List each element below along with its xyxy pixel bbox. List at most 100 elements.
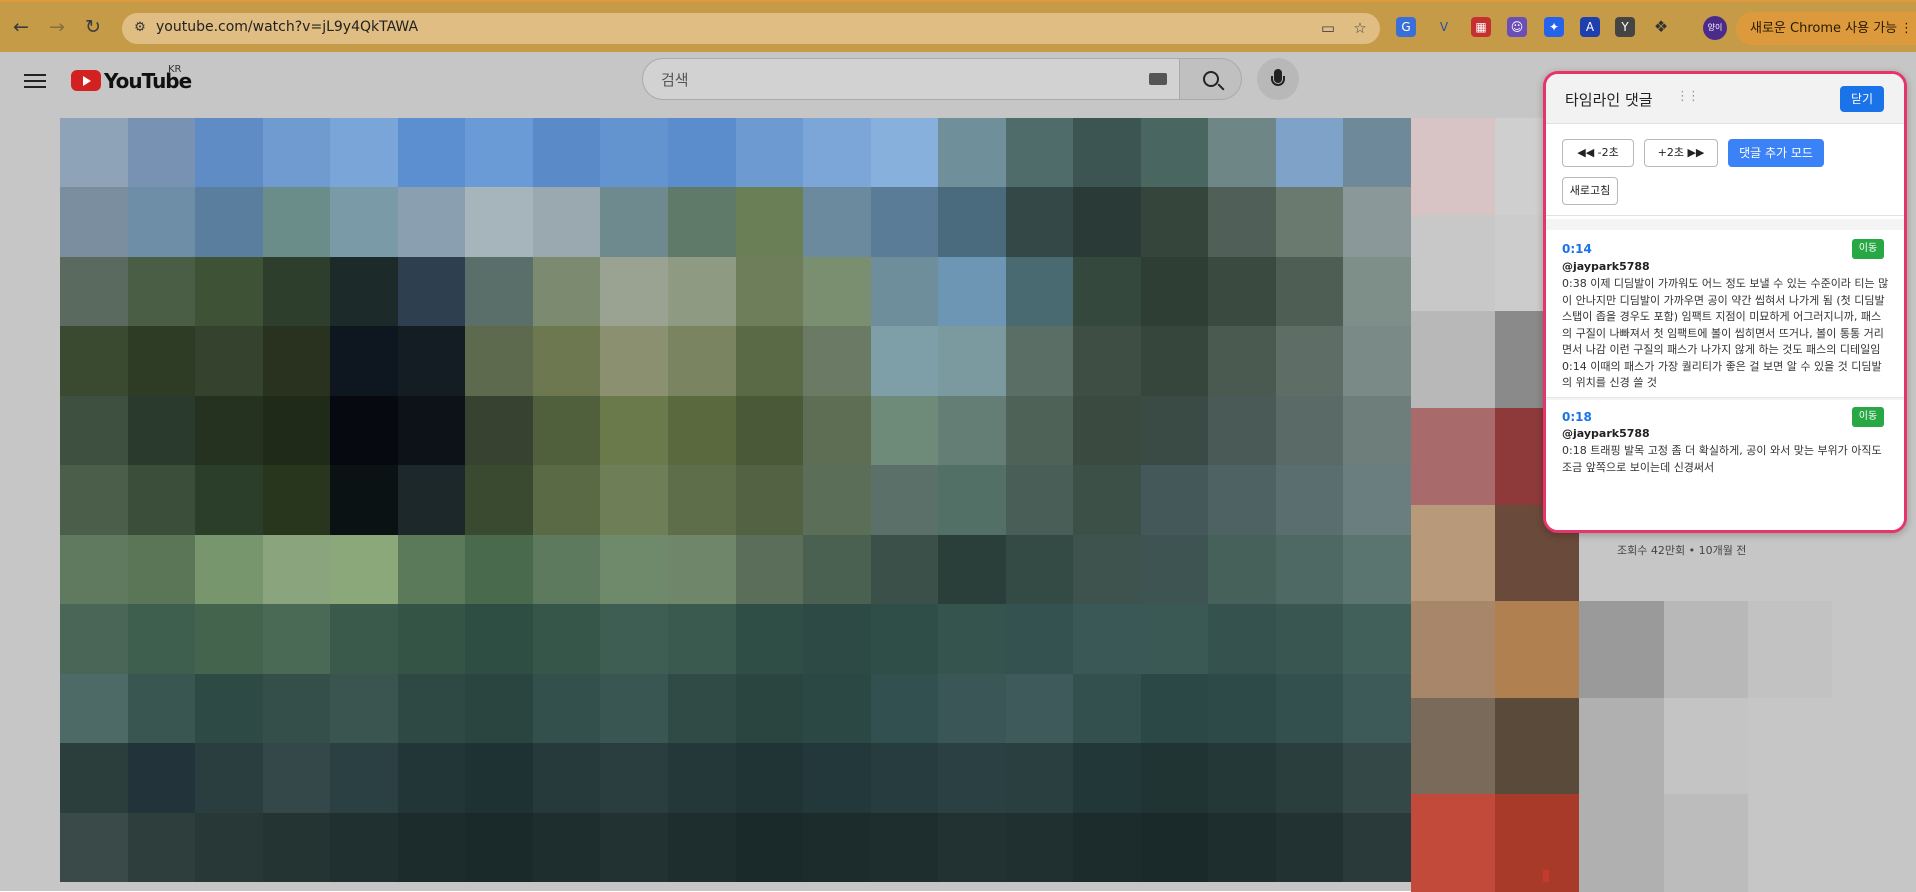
video-frame-tile [1005, 326, 1075, 397]
video-frame-tile [465, 465, 534, 536]
video-frame-tile [735, 395, 805, 467]
seek-button[interactable]: 이동 [1852, 239, 1884, 259]
sidebar-thumbnail-tile [1411, 601, 1497, 699]
bookmark-star-icon[interactable]: ☆ [1350, 18, 1370, 38]
video-frame-tile [735, 812, 805, 882]
sidebar-thumbnail-tile [1495, 697, 1581, 796]
video-frame-tile [127, 812, 197, 882]
video-frame-tile [1343, 326, 1411, 397]
sidebar-thumbnail-tile [1663, 697, 1749, 796]
video-frame-tile [465, 743, 534, 814]
y-extension-icon[interactable]: Y [1615, 17, 1635, 37]
puzzle-blue-extension-icon[interactable]: ✦ [1544, 17, 1564, 37]
menu-icon[interactable] [24, 70, 46, 92]
chrome-profile-avatar[interactable]: 양이 [1703, 16, 1727, 40]
youtube-play-icon [71, 70, 101, 91]
video-frame-tile [938, 812, 1007, 882]
comment-list[interactable]: 0:14 이동 @jaypark5788 0:38 이제 디딤발이 가까워도 어… [1546, 219, 1904, 530]
address-bar[interactable]: ⚙ youtube.com/watch?v=jL9y4QkTAWA ▭ ☆ [122, 13, 1380, 44]
sidebar-thumbnail-tile [1831, 697, 1916, 796]
rewind-button[interactable]: ◀◀ -2초 [1562, 139, 1634, 167]
voice-search-button[interactable] [1257, 58, 1299, 100]
panel-header[interactable]: 타임라인 댓글 ⋮⋮ 닫기 [1546, 74, 1904, 124]
video-frame-tile [735, 673, 805, 745]
search-placeholder: 검색 [661, 71, 689, 89]
video-frame-tile [127, 326, 197, 397]
video-frame-tile [330, 395, 399, 467]
video-frame-tile [195, 395, 264, 467]
video-frame-tile [1140, 256, 1210, 328]
translate-extension-icon[interactable]: G [1396, 17, 1416, 37]
video-frame-tile [667, 812, 737, 882]
back-arrow-icon[interactable]: ← [10, 16, 32, 38]
keyboard-icon[interactable] [1149, 73, 1167, 85]
add-comment-mode-button[interactable]: 댓글 추가 모드 [1728, 139, 1824, 167]
url-text: youtube.com/watch?v=jL9y4QkTAWA [156, 19, 419, 35]
reload-icon[interactable]: ↻ [82, 16, 104, 38]
site-info-icon[interactable]: ⚙ [130, 18, 150, 38]
more-vertical-icon[interactable]: ⋮ [1900, 12, 1913, 45]
video-frame-tile [397, 187, 467, 258]
drag-handle-icon[interactable]: ⋮⋮ [1676, 89, 1700, 104]
video-frame-tile [330, 534, 399, 606]
video-frame-tile [600, 187, 669, 258]
comment-text: 0:38 이제 디딤발이 가까워도 어느 정도 보낼 수 있는 수준이라 티는 … [1562, 277, 1889, 389]
forward-button[interactable]: +2초 ▶▶ [1644, 139, 1718, 167]
video-frame-tile [1140, 812, 1210, 882]
refresh-button[interactable]: 새로고침 [1562, 177, 1618, 205]
video-frame-tile [397, 256, 467, 328]
install-app-icon[interactable]: ▭ [1318, 18, 1338, 38]
search-button[interactable] [1180, 58, 1242, 100]
chrome-update-button[interactable]: 새로운 Chrome 사용 가능 ⋮ [1736, 12, 1916, 45]
close-button[interactable]: 닫기 [1840, 86, 1884, 112]
video-frame-tile [803, 604, 872, 675]
sidebar-thumbnail-tile [1411, 407, 1497, 506]
video-frame-tile [735, 604, 805, 675]
video-frame-tile [1073, 326, 1142, 397]
v-extension-icon[interactable]: V [1434, 17, 1454, 37]
video-frame-tile [195, 326, 264, 397]
video-frame-tile [803, 465, 872, 536]
video-frame-tile [735, 118, 805, 189]
video-frame-tile [803, 743, 872, 814]
video-frame-tile [1275, 743, 1345, 814]
comment-timestamp[interactable]: 0:18 [1562, 410, 1592, 424]
region-label: KR [168, 64, 182, 75]
video-frame-tile [1343, 743, 1411, 814]
bot-extension-icon[interactable]: ☺ [1507, 17, 1527, 37]
video-frame-tile [1343, 187, 1411, 258]
video-frame-tile [1343, 673, 1411, 745]
video-frame-tile [532, 395, 602, 467]
video-frame-tile [532, 326, 602, 397]
video-frame-tile [938, 743, 1007, 814]
video-frame-tile [127, 743, 197, 814]
video-frame-tile [870, 534, 940, 606]
video-frame-tile [465, 326, 534, 397]
extensions-puzzle-icon[interactable]: ❖ [1651, 17, 1671, 37]
video-frame-tile [1005, 743, 1075, 814]
video-frame-tile [1275, 812, 1345, 882]
video-player[interactable] [60, 118, 1411, 882]
video-frame-tile [938, 187, 1007, 258]
sidebar-thumbnail-tile [1831, 601, 1916, 699]
video-frame-tile [127, 465, 197, 536]
seek-button[interactable]: 이동 [1852, 407, 1884, 427]
video-frame-tile [465, 187, 534, 258]
video-frame-tile [1343, 465, 1411, 536]
comment-item: 0:18 이동 @jaypark5788 0:18 트래핑 발목 고정 좀 더 … [1546, 400, 1904, 530]
browser-toolbar: ← → ↻ ⚙ youtube.com/watch?v=jL9y4QkTAWA … [0, 0, 1916, 52]
video-frame-tile [870, 812, 940, 882]
panel-title: 타임라인 댓글 [1565, 91, 1653, 109]
video-frame-tile [1140, 534, 1210, 606]
video-frame-tile [803, 395, 872, 467]
search-input[interactable]: 검색 [642, 58, 1180, 100]
video-frame-tile [1073, 465, 1142, 536]
video-frame-tile [60, 465, 129, 536]
sidebar-thumbnail-tile [1411, 697, 1497, 796]
grid-extension-icon[interactable]: ▦ [1471, 17, 1491, 37]
translate-alt-extension-icon[interactable]: A [1580, 17, 1600, 37]
comment-timestamp[interactable]: 0:14 [1562, 242, 1592, 256]
forward-arrow-icon[interactable]: → [46, 16, 68, 38]
video-frame-tile [1343, 534, 1411, 606]
video-frame-tile [803, 812, 872, 882]
